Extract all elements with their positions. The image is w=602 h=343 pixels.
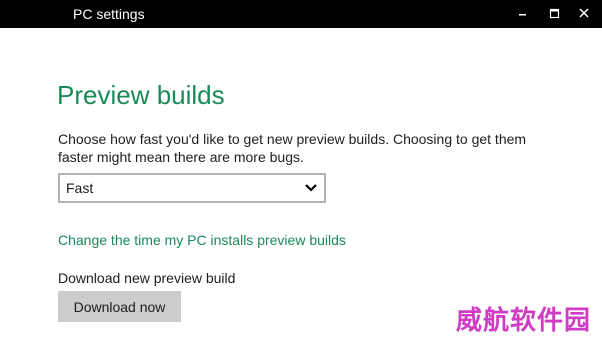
window-title: PC settings (73, 6, 145, 22)
close-icon (579, 8, 589, 18)
page-title: Preview builds (57, 80, 225, 110)
minimize-button[interactable] (505, 0, 539, 28)
watermark-text: 威航软件园 (456, 306, 592, 336)
preview-speed-description: Choose how fast you'd like to get new pr… (58, 131, 527, 165)
dropdown-selected-value: Fast (66, 180, 94, 196)
maximize-icon (549, 8, 560, 19)
title-bar[interactable]: PC settings (0, 0, 602, 28)
change-install-time-link[interactable]: Change the time my PC installs preview b… (58, 231, 346, 249)
close-button[interactable] (568, 0, 602, 28)
chevron-down-icon (305, 184, 317, 192)
pc-settings-window: PC settings Preview builds Choose how fa… (0, 0, 602, 343)
download-now-button[interactable]: Download now (58, 291, 181, 322)
maximize-button[interactable] (537, 0, 571, 28)
preview-speed-dropdown[interactable]: Fast (58, 173, 326, 203)
minimize-icon (519, 14, 526, 16)
download-section-label: Download new preview build (58, 270, 236, 286)
